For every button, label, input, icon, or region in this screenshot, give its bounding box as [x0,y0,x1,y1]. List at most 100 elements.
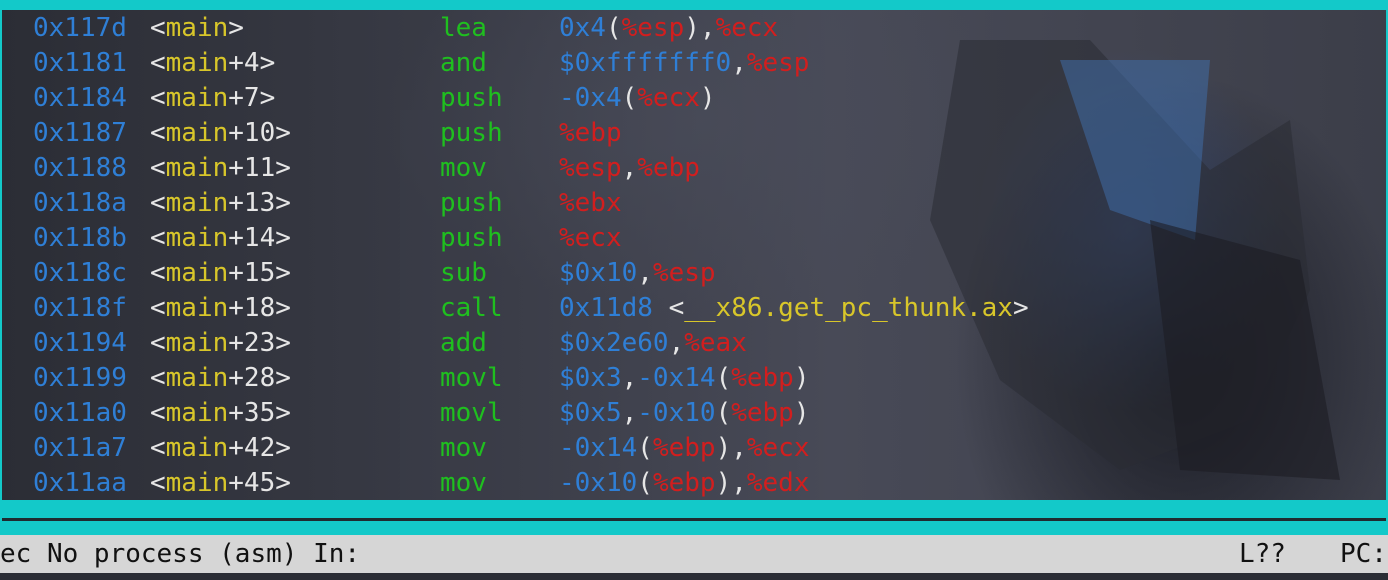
instruction-mnemonic: and [440,48,487,78]
asm-line[interactable]: 0x1199 <main+28> movl $0x3,-0x14(%ebp) [0,361,1388,396]
command-window[interactable] [0,573,1388,580]
operand-token: %eax [684,328,747,358]
operand-token: $0xfffffff0 [559,48,732,78]
instruction-operands: 0x11d8 <__x86.get_pc_thunk.ax> [559,291,1029,326]
function-name: main [165,328,229,358]
symbol-offset: <main+4> [150,48,276,78]
instruction-mnemonic: push [440,223,503,253]
operand-token: %ebp [652,433,716,463]
status-bar: ec No process (asm) In: L?? PC: [0,535,1388,573]
symbol-offset: <main> [150,13,244,43]
operand-token: -0x14 [559,433,638,463]
function-name: main [165,83,229,113]
operand-token: -0x4 [559,83,622,113]
symbol-offset: <main+23> [150,328,291,358]
asm-line[interactable]: 0x1184 <main+7> push -0x4(%ecx) [0,81,1388,116]
operand-token: $0x10 [559,258,638,288]
instruction-address: 0x1187 [33,118,127,148]
instruction-address: 0x117d [33,13,127,43]
operand-token: -0x10 [637,398,716,428]
instruction-mnemonic: call [440,293,503,323]
operand-token: %ecx [746,433,810,463]
border-divider-line [2,518,1386,521]
offset-value: +11 [228,153,276,183]
symbol-offset: <main+28> [150,363,291,393]
asm-line[interactable]: 0x117d <main> lea 0x4(%esp),%ecx [0,11,1388,46]
instruction-mnemonic: movl [440,398,503,428]
operand-token: %ebp [637,153,700,183]
asm-line[interactable]: 0x1188 <main+11> mov %esp,%ebp [0,151,1388,186]
instruction-operands: -0x10(%ebp),%edx [559,466,810,501]
offset-value: +15 [228,258,276,288]
operand-token: , [621,398,638,428]
asm-line[interactable]: 0x118c <main+15> sub $0x10,%esp [0,256,1388,291]
asm-line[interactable]: 0x11a7 <main+42> mov -0x14(%ebp),%ecx [0,431,1388,466]
operand-token: ( [605,13,622,43]
asm-line[interactable]: 0x1194 <main+23> add $0x2e60,%eax [0,326,1388,361]
operand-token: %esp [559,153,622,183]
operand-token: ( [621,83,638,113]
instruction-operands: %esp,%ebp [559,151,700,186]
instruction-address: 0x11a0 [33,398,127,428]
instruction-address: 0x1194 [33,328,127,358]
instruction-address: 0x1199 [33,363,127,393]
instruction-operands: %ebp [559,116,622,151]
asm-line[interactable]: 0x1187 <main+10> push %ebp [0,116,1388,151]
instruction-mnemonic: push [440,118,503,148]
instruction-address: 0x118c [33,258,127,288]
instruction-operands: -0x4(%ecx) [559,81,716,116]
operand-token: 0x4 [559,13,606,43]
operand-token: ( [637,433,653,463]
offset-value: +13 [228,188,276,218]
asm-line[interactable]: 0x1181 <main+4> and $0xfffffff0,%esp [0,46,1388,81]
function-name: main [165,118,229,148]
operand-token: $0x5 [559,398,622,428]
offset-value: +4 [228,48,260,78]
instruction-operands: -0x14(%ebp),%ecx [559,431,810,466]
operand-token: ( [637,468,653,498]
function-name: main [165,363,229,393]
operand-token: %ebp [731,398,794,428]
operand-token: < [652,293,685,323]
instruction-mnemonic: mov [440,468,487,498]
offset-value: +35 [228,398,276,428]
instruction-mnemonic: push [440,188,503,218]
function-name: main [165,188,229,218]
operand-token: , [637,258,653,288]
status-pc-label: PC: [1340,539,1387,569]
offset-value: +42 [228,433,276,463]
operand-token: %ecx [559,223,622,253]
instruction-operands: %ebx [559,186,622,221]
asm-line[interactable]: 0x118b <main+14> push %ecx [0,221,1388,256]
instruction-operands: 0x4(%esp),%ecx [559,11,778,46]
operand-token: %ebx [559,188,622,218]
operand-token: 0x11d8 [559,293,653,323]
offset-value: +10 [228,118,276,148]
instruction-operands: $0x10,%esp [559,256,716,291]
instruction-address: 0x1184 [33,83,127,113]
asm-line[interactable]: 0x118f <main+18> call 0x11d8 <__x86.get_pc_… [0,291,1388,326]
operand-token: __x86.get_pc_thunk.ax [684,293,1013,323]
asm-pane-bottom-border [0,500,1388,535]
instruction-mnemonic: mov [440,433,487,463]
operand-token: ( [715,398,732,428]
assembly-pane[interactable]: 0x117d <main> lea 0x4(%esp),%ecx 0x1181 <main… [0,11,1388,501]
asm-line[interactable]: 0x118a <main+13> push %ebx [0,186,1388,221]
function-name: main [165,13,229,43]
operand-token: ), [684,13,716,43]
operand-token: -0x10 [559,468,638,498]
symbol-offset: <main+45> [150,468,291,498]
symbol-offset: <main+18> [150,293,291,323]
asm-line[interactable]: 0x11aa <main+45> mov -0x10(%ebp),%edx [0,466,1388,501]
function-name: main [165,433,229,463]
instruction-mnemonic: sub [440,258,487,288]
operand-token: , [668,328,685,358]
operand-token: %edx [746,468,810,498]
operand-token: %ebp [731,363,794,393]
offset-value: +7 [228,83,260,113]
instruction-mnemonic: mov [440,153,487,183]
symbol-offset: <main+35> [150,398,291,428]
operand-token: $0x2e60 [559,328,669,358]
symbol-offset: <main+11> [150,153,291,183]
asm-line[interactable]: 0x11a0 <main+35> movl $0x5,-0x10(%ebp) [0,396,1388,431]
